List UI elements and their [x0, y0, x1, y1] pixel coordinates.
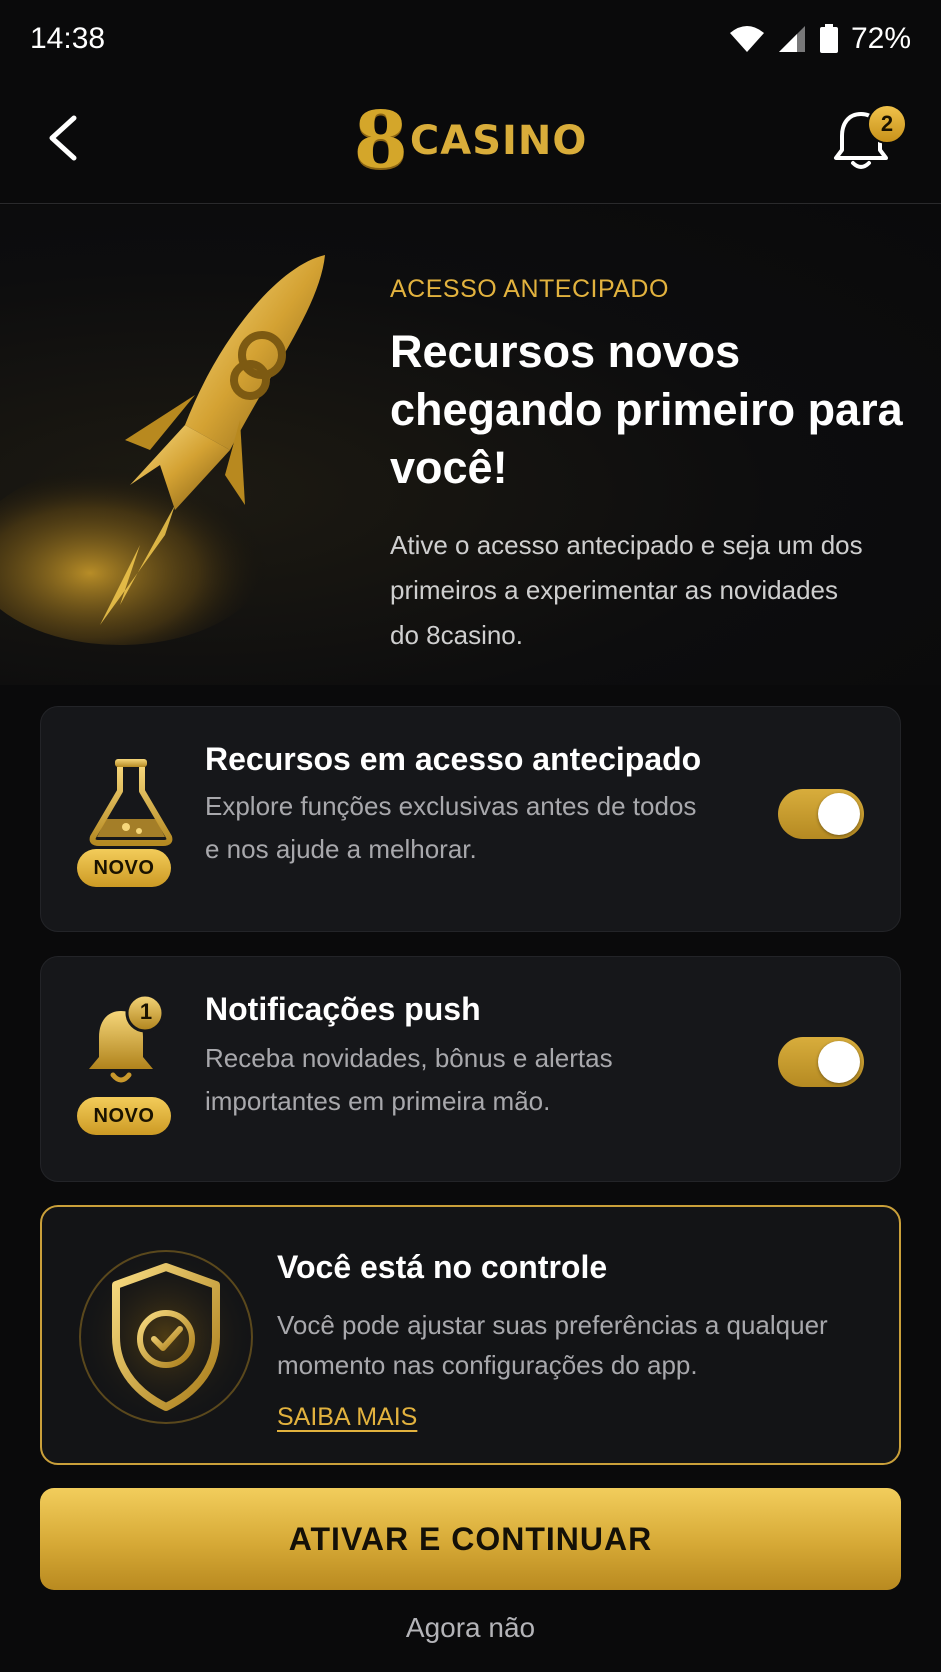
app-header: 8 CASINO 2 — [0, 78, 941, 204]
logo-text: CASINO — [409, 117, 588, 164]
push-bell-wrapper: 1 — [81, 993, 181, 1093]
shield-check-icon — [74, 1245, 258, 1429]
status-time: 14:38 — [30, 22, 106, 55]
battery-icon — [819, 24, 838, 53]
signal-icon — [778, 26, 805, 52]
control-info-card: Você está no controle Você pode ajustar … — [40, 1205, 901, 1465]
status-icons: 72% — [729, 22, 911, 56]
control-description: Você pode ajustar suas preferências a qu… — [277, 1310, 828, 1380]
hero-description: Ative o acesso antecipado e seja um dos … — [390, 530, 863, 650]
activate-continue-button[interactable]: ATIVAR E CONTINUAR — [40, 1488, 901, 1590]
notification-badge: 2 — [867, 104, 907, 144]
hero-section: ACESSO ANTECIPADO Recursos novos chegand… — [0, 205, 941, 685]
notifications-button[interactable]: 2 — [831, 104, 907, 178]
feature-description: Receba novidades, bônus e alertas import… — [205, 1043, 613, 1116]
new-badge: NOVO — [77, 1097, 171, 1135]
toggle-knob — [818, 793, 860, 835]
feature-card-early-access: NOVO Recursos em acesso antecipado Explo… — [40, 706, 901, 932]
push-notifications-toggle[interactable] — [778, 1037, 864, 1087]
casino-logo: 8 CASINO — [353, 94, 588, 186]
feature-card-push-notifications: 1 NOVO Notificações push Receba novidade… — [40, 956, 901, 1182]
chevron-left-icon — [49, 115, 77, 161]
flask-icon — [89, 759, 173, 846]
control-title: Você está no controle — [277, 1249, 608, 1285]
feature-title: Notificações push — [205, 991, 481, 1027]
wifi-icon — [729, 26, 764, 52]
rocket-icon — [0, 255, 325, 645]
bell-icon — [89, 993, 165, 1083]
battery-level: 72% — [850, 22, 911, 55]
status-bar: 14:38 72% — [0, 0, 941, 78]
back-button[interactable] — [40, 108, 90, 168]
hero-eyebrow: ACESSO ANTECIPADO — [390, 275, 669, 303]
feature-description: Explore funções exclusivas antes de todo… — [205, 791, 697, 864]
push-icon-count: 1 — [139, 999, 153, 1024]
new-badge: NOVO — [77, 849, 171, 887]
learn-more-link[interactable]: SAIBA MAIS — [277, 1403, 417, 1432]
logo-number: 8 — [353, 94, 408, 186]
not-now-link[interactable]: Agora não — [0, 1612, 941, 1644]
feature-title: Recursos em acesso antecipado — [205, 741, 702, 777]
toggle-knob — [818, 1041, 860, 1083]
early-access-toggle[interactable] — [778, 789, 864, 839]
hero-title: Recursos novos chegando primeiro para vo… — [390, 326, 903, 493]
